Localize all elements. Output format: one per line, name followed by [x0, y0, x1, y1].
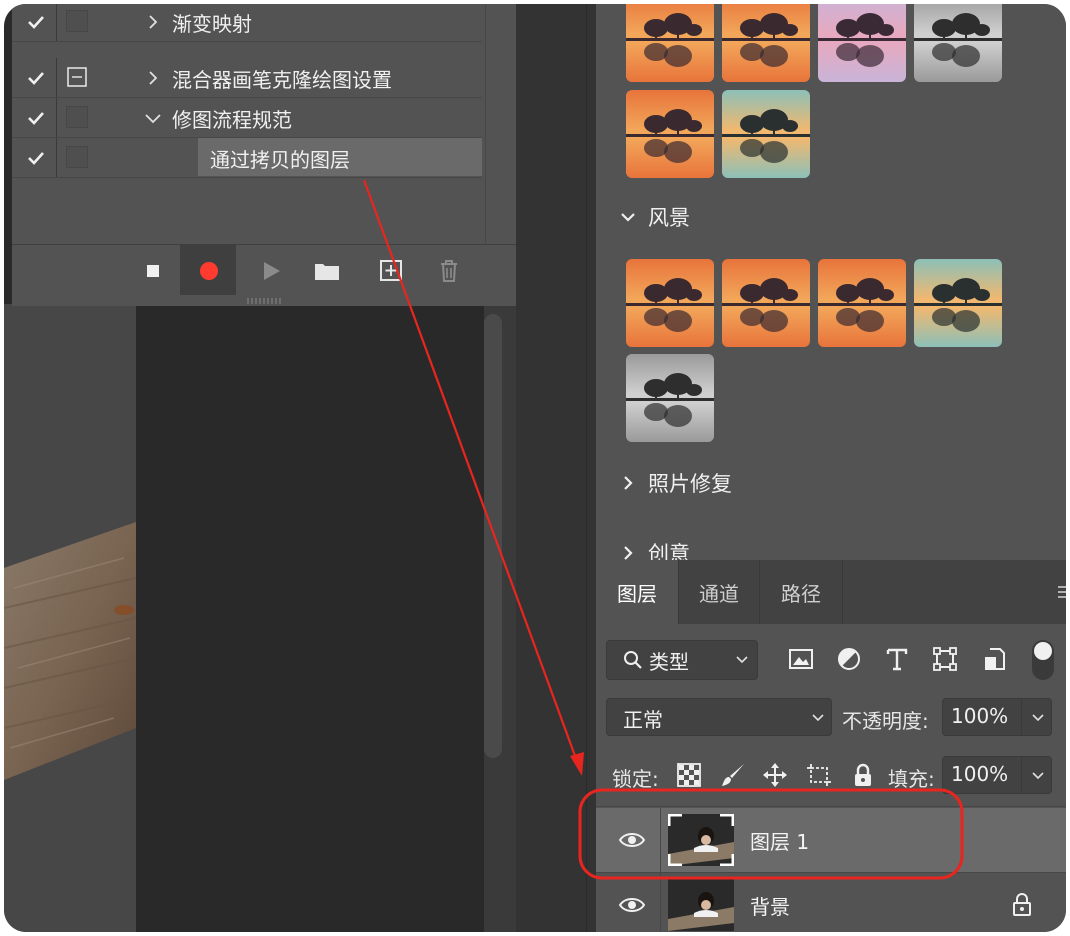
annotation-arrowhead: [570, 752, 584, 776]
annotation-overlay: [362, 179, 964, 880]
photoshop-window: 渐变映射 混合器画笔克隆绘图设置 修图流程规范 通过拷贝的图层 风景 照片修复 …: [4, 4, 1066, 932]
annotation-highlight-box: [578, 788, 964, 880]
annotation-arrow-line: [362, 179, 580, 765]
